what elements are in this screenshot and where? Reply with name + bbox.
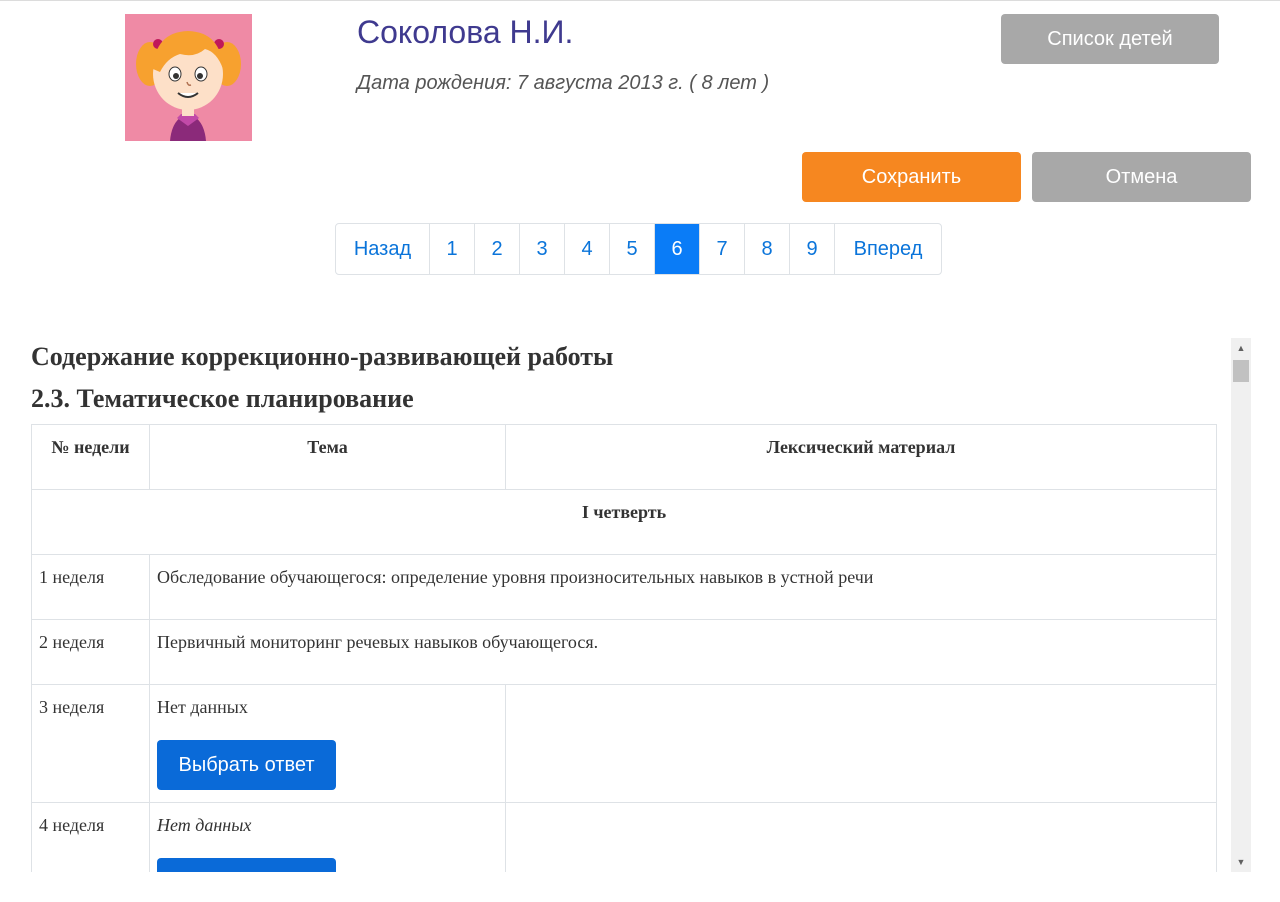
topic-cell: Первичный мониторинг речевых навыков обу… bbox=[149, 619, 1217, 685]
column-header-week: № недели bbox=[31, 424, 150, 490]
quarter-label: I четверть bbox=[31, 489, 1217, 555]
pagination: Назад 1 2 3 4 5 6 7 8 9 Вперед bbox=[335, 223, 942, 275]
choose-answer-button[interactable]: Выбрать ответ bbox=[157, 858, 336, 872]
scroll-up-arrow-icon[interactable]: ▲ bbox=[1231, 338, 1251, 358]
pagination-page-1[interactable]: 1 bbox=[430, 224, 475, 274]
table-row: 1 неделя Обследование обучающегося: опре… bbox=[31, 554, 1217, 620]
pagination-page-9[interactable]: 9 bbox=[790, 224, 835, 274]
child-avatar bbox=[125, 14, 252, 141]
column-header-lexical: Лексический материал bbox=[505, 424, 1217, 490]
week-cell: 2 неделя bbox=[31, 619, 150, 685]
table-row: 3 неделя Нет данных Выбрать ответ bbox=[31, 684, 1217, 803]
scroll-down-arrow-icon[interactable]: ▼ bbox=[1231, 852, 1251, 872]
table-row: 2 неделя Первичный мониторинг речевых на… bbox=[31, 619, 1217, 685]
pagination-page-2[interactable]: 2 bbox=[475, 224, 520, 274]
pagination-prev[interactable]: Назад bbox=[336, 224, 430, 274]
column-header-topic: Тема bbox=[149, 424, 506, 490]
save-button[interactable]: Сохранить bbox=[802, 152, 1021, 202]
pagination-page-6-active[interactable]: 6 bbox=[655, 224, 700, 274]
cancel-button[interactable]: Отмена bbox=[1032, 152, 1251, 202]
table-header-row: № недели Тема Лексический материал bbox=[31, 424, 1217, 490]
pagination-next[interactable]: Вперед bbox=[835, 224, 941, 274]
child-name: Соколова Н.И. bbox=[357, 14, 574, 50]
topic-cell: Нет данных Выбрать ответ bbox=[149, 684, 506, 803]
choose-answer-button[interactable]: Выбрать ответ bbox=[157, 740, 336, 790]
pagination-page-7[interactable]: 7 bbox=[700, 224, 745, 274]
vertical-scrollbar[interactable]: ▲ ▼ bbox=[1231, 338, 1251, 872]
thematic-plan-table: № недели Тема Лексический материал I чет… bbox=[31, 424, 1217, 872]
pagination-page-8[interactable]: 8 bbox=[745, 224, 790, 274]
pagination-page-5[interactable]: 5 bbox=[610, 224, 655, 274]
topic-cell: Обследование обучающегося: определение у… bbox=[149, 554, 1217, 620]
children-list-button[interactable]: Список детей bbox=[1001, 14, 1219, 64]
document-subheading: 2.3. Тематическое планирование bbox=[31, 384, 414, 413]
birth-date: Дата рождения: 7 августа 2013 г. ( 8 лет… bbox=[357, 72, 770, 94]
girl-avatar-icon bbox=[125, 14, 252, 141]
topic-cell: Нет данных Выбрать ответ bbox=[149, 802, 506, 872]
week-cell: 4 неделя bbox=[31, 802, 150, 872]
document-heading: Содержание коррекционно-развивающей рабо… bbox=[31, 342, 614, 371]
topic-text: Нет данных bbox=[157, 697, 248, 717]
pagination-page-3[interactable]: 3 bbox=[520, 224, 565, 274]
week-cell: 1 неделя bbox=[31, 554, 150, 620]
document-scroll-area[interactable]: Содержание коррекционно-развивающей рабо… bbox=[31, 338, 1226, 872]
quarter-row: I четверть bbox=[31, 489, 1217, 555]
top-border bbox=[0, 0, 1280, 1]
scrollbar-thumb[interactable] bbox=[1233, 360, 1249, 382]
lexical-cell bbox=[505, 684, 1217, 803]
pagination-page-4[interactable]: 4 bbox=[565, 224, 610, 274]
week-cell: 3 неделя bbox=[31, 684, 150, 803]
topic-text: Нет данных bbox=[157, 815, 252, 835]
lexical-cell bbox=[505, 802, 1217, 872]
table-row: 4 неделя Нет данных Выбрать ответ bbox=[31, 802, 1217, 872]
